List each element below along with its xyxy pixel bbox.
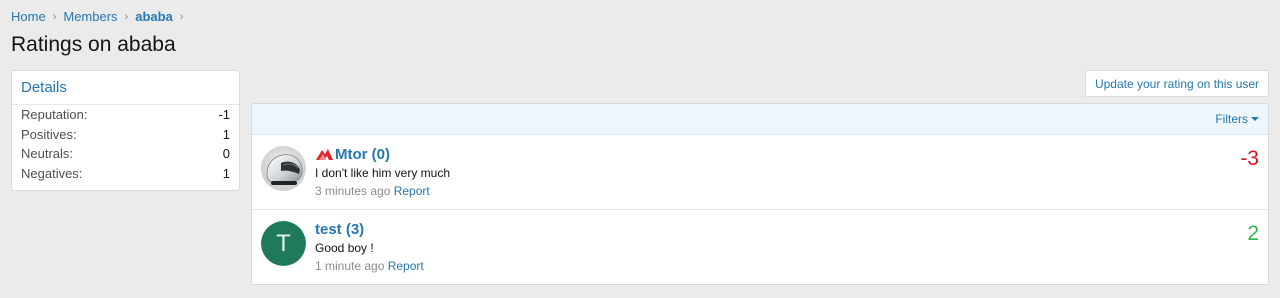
stat-label: Negatives: <box>21 165 83 181</box>
stat-value: 0 <box>222 146 230 162</box>
ratings-list: Filters Mtor (0) I don't like him very m… <box>251 103 1269 285</box>
motorcycle-helmet-avatar-icon[interactable] <box>261 146 306 191</box>
details-panel: Details Reputation: -1 Positives: 1 Neut… <box>11 70 240 191</box>
stat-row-negatives: Negatives: 1 <box>12 164 239 184</box>
report-link[interactable]: Report <box>394 184 430 198</box>
chevron-right-icon: › <box>124 10 129 23</box>
user-line: Mtor (0) <box>315 146 450 163</box>
breadcrumb-home[interactable]: Home <box>11 9 46 24</box>
rating-meta: 1 minute ago Report <box>315 259 424 273</box>
avatar-letter: T <box>261 221 306 266</box>
report-link[interactable]: Report <box>388 259 424 273</box>
username-link[interactable]: Mtor (0) <box>335 146 390 163</box>
rating-score: 2 <box>1247 222 1259 245</box>
stat-label: Reputation: <box>21 107 88 123</box>
stat-row-positives: Positives: 1 <box>12 125 239 145</box>
stat-row-neutrals: Neutrals: 0 <box>12 144 239 164</box>
timestamp[interactable]: 1 minute ago <box>315 259 388 273</box>
rating-message: I don't like him very much <box>315 166 451 180</box>
stat-label: Neutrals: <box>21 146 74 162</box>
breadcrumb: Home › Members › ababa › <box>11 9 190 24</box>
caret-down-icon <box>1251 117 1259 121</box>
stat-row-reputation: Reputation: -1 <box>12 105 239 125</box>
chevron-right-icon: › <box>52 10 57 23</box>
stat-label: Positives: <box>21 126 77 142</box>
rating-item: Mtor (0) I don't like him very much 3 mi… <box>252 135 1268 210</box>
rating-message: Good boy ! <box>315 241 374 255</box>
red-brand-logo-icon <box>315 148 334 161</box>
breadcrumb-members[interactable]: Members <box>63 9 117 24</box>
stat-value: 1 <box>222 165 230 181</box>
filter-bar: Filters <box>252 104 1268 135</box>
rating-meta: 3 minutes ago Report <box>315 184 450 198</box>
username-link[interactable]: test (3) <box>315 221 364 238</box>
filters-dropdown[interactable]: Filters <box>1215 112 1259 126</box>
update-rating-button[interactable]: Update your rating on this user <box>1085 70 1269 97</box>
user-line: test (3) <box>315 221 424 238</box>
stat-value: -1 <box>218 107 230 123</box>
chevron-right-icon: › <box>179 10 184 23</box>
details-title: Details <box>12 71 239 105</box>
timestamp[interactable]: 3 minutes ago <box>315 184 394 198</box>
rating-score: -3 <box>1240 147 1259 170</box>
rating-body: Mtor (0) I don't like him very much 3 mi… <box>315 146 450 198</box>
stat-value: 1 <box>222 126 230 142</box>
letter-avatar[interactable]: T <box>261 221 306 266</box>
rating-body: test (3) Good boy ! 1 minute ago Report <box>315 221 424 273</box>
breadcrumb-user[interactable]: ababa <box>135 9 173 24</box>
filters-label: Filters <box>1215 112 1248 126</box>
page-title: Ratings on ababa <box>11 33 176 56</box>
rating-item: T test (3) Good boy ! 1 minute ago Repor… <box>252 210 1268 284</box>
